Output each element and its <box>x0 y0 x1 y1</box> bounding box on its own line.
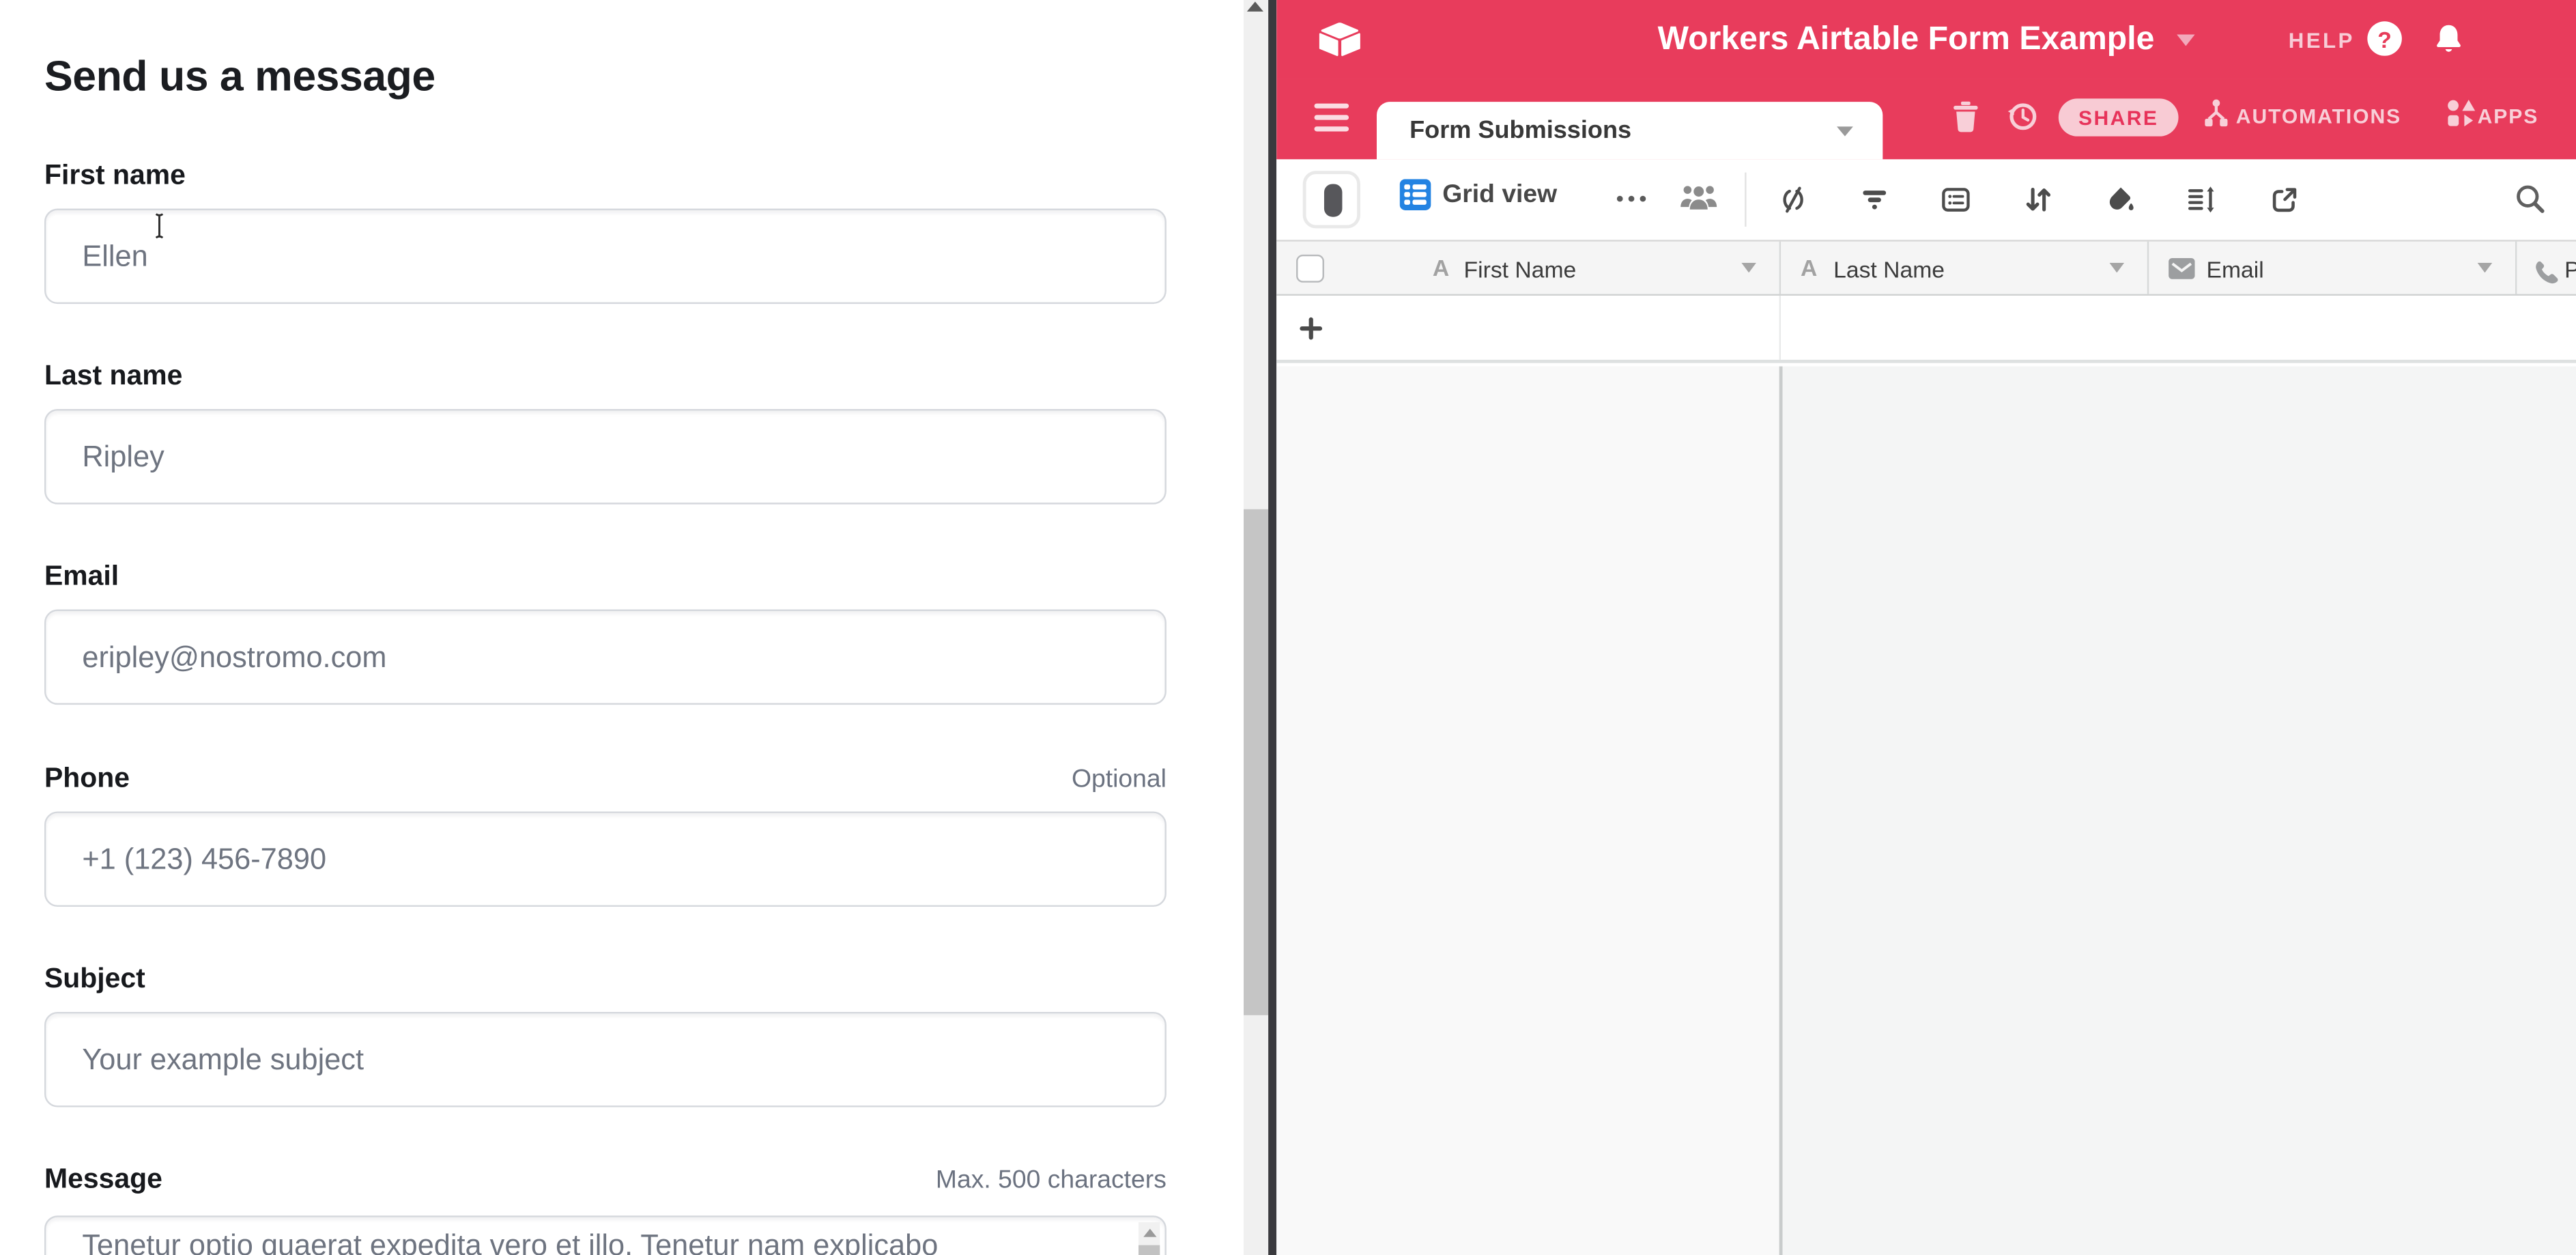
scroll-up-arrow-icon[interactable] <box>1143 1229 1156 1237</box>
scroll-up-arrow-icon[interactable] <box>1247 1 1263 11</box>
page-scrollbar-thumb[interactable] <box>1244 509 1268 1015</box>
subject-input[interactable] <box>44 1012 1167 1108</box>
phone-field-type-icon <box>2533 258 2560 284</box>
last-name-label: Last name <box>44 360 182 393</box>
trash-icon[interactable] <box>1951 100 1979 133</box>
phone-optional-note: Optional <box>1072 765 1167 795</box>
message-textarea[interactable]: Tenetur optio quaerat expedita vero et i… <box>44 1215 1167 1255</box>
message-text: Tenetur optio quaerat expedita vero et i… <box>82 1229 1122 1255</box>
share-view-icon[interactable] <box>2269 184 2300 215</box>
tab-form-submissions[interactable]: Form Submissions <box>1377 102 1883 159</box>
question-glyph: ? <box>2377 25 2392 51</box>
automations-button[interactable]: AUTOMATIONS <box>2236 105 2401 128</box>
apps-button[interactable]: APPS <box>2478 105 2539 128</box>
row-height-icon[interactable] <box>2185 184 2216 215</box>
ibeam-cursor-icon <box>153 212 169 240</box>
collaborators-icon[interactable] <box>1679 181 1719 214</box>
grid-canvas-right <box>1781 366 2576 1255</box>
view-name-label[interactable]: Grid view <box>1442 181 1557 210</box>
group-icon[interactable] <box>1941 184 1972 215</box>
first-name-label: First name <box>44 159 186 192</box>
first-name-input[interactable] <box>44 209 1167 305</box>
menu-hamburger-icon[interactable] <box>1315 104 1349 132</box>
form-title: Send us a message <box>44 51 435 102</box>
text-field-type-icon: A <box>1433 255 1449 281</box>
subject-label: Subject <box>44 963 145 996</box>
column-header-phone-truncated[interactable]: P <box>2564 256 2576 282</box>
select-all-checkbox[interactable] <box>1296 255 1324 283</box>
column-divider <box>1779 366 1782 1255</box>
help-button[interactable]: HELP <box>2289 28 2355 53</box>
view-toolbar: Grid view <box>1276 159 2576 240</box>
column-divider[interactable] <box>2515 242 2517 294</box>
airtable-tabbar: Form Submissions SHARE A <box>1276 79 2576 159</box>
filter-icon[interactable] <box>1860 184 1889 215</box>
message-scrollbar[interactable] <box>1139 1222 1160 1255</box>
email-label: Email <box>44 560 119 593</box>
apps-icon[interactable] <box>2446 98 2476 128</box>
message-scrollbar-thumb[interactable] <box>1139 1245 1160 1255</box>
view-options-ellipsis-icon[interactable] <box>1615 192 1648 205</box>
column-divider[interactable] <box>1779 242 1781 294</box>
page-scrollbar[interactable] <box>1244 0 1268 1255</box>
automations-icon[interactable] <box>2201 98 2231 128</box>
last-name-input[interactable] <box>44 409 1167 505</box>
base-title-text: Workers Airtable Form Example <box>1658 21 2155 57</box>
split-divider[interactable] <box>1268 0 1276 1255</box>
phone-input[interactable] <box>44 811 1167 907</box>
phone-label: Phone <box>44 762 130 795</box>
contact-form-pane: Send us a message First name Last name E… <box>0 0 1235 1255</box>
view-sidebar-toggle-button[interactable] <box>1303 171 1360 228</box>
message-label: Message <box>44 1163 162 1196</box>
column-divider <box>1779 296 1781 360</box>
column-header-first-name[interactable]: First Name <box>1464 256 1577 282</box>
table-tab-label: Form Submissions <box>1409 117 1837 145</box>
text-field-type-icon: A <box>1801 255 1817 281</box>
message-maxchars-note: Max. 500 characters <box>936 1166 1167 1196</box>
sidebar-panel-icon <box>1324 183 1342 216</box>
grid-canvas <box>1276 366 2576 1255</box>
last-name-field-group: Last name <box>44 360 1167 505</box>
grid-header-row: A First Name A Last Name Email P <box>1276 240 2576 296</box>
first-name-field-group: First name <box>44 159 1167 304</box>
column-divider[interactable] <box>2147 242 2149 294</box>
email-field-group: Email <box>44 560 1167 705</box>
airtable-pane: Workers Airtable Form Example HELP ? For… <box>1276 0 2576 1255</box>
column-header-email[interactable]: Email <box>2206 256 2263 282</box>
chevron-down-icon <box>1837 126 1853 135</box>
phone-field-group: Phone Optional <box>44 762 1167 907</box>
email-input[interactable] <box>44 610 1167 705</box>
subject-field-group: Subject <box>44 963 1167 1108</box>
toolbar-divider <box>1745 173 1746 227</box>
add-record-plus-icon[interactable] <box>1300 317 1323 340</box>
grid-view-icon <box>1400 179 1431 210</box>
search-icon[interactable] <box>2514 182 2547 215</box>
chevron-down-icon <box>2177 35 2194 46</box>
column-header-last-name[interactable]: Last Name <box>1833 256 1945 282</box>
email-field-type-icon <box>2169 258 2195 279</box>
airtable-topbar: Workers Airtable Form Example HELP ? <box>1276 0 2576 79</box>
add-record-row[interactable] <box>1276 296 2576 363</box>
color-icon[interactable] <box>2104 184 2136 215</box>
share-label: SHARE <box>2078 106 2158 129</box>
notifications-bell-icon[interactable] <box>2433 23 2465 55</box>
share-button[interactable]: SHARE <box>2059 98 2179 136</box>
chevron-down-icon[interactable] <box>2478 263 2493 272</box>
help-question-icon[interactable]: ? <box>2367 21 2402 56</box>
sort-icon[interactable] <box>2022 184 2054 215</box>
chevron-down-icon[interactable] <box>1741 263 1756 272</box>
message-field-group: Message Max. 500 characters Tenetur opti… <box>44 1163 1167 1255</box>
hide-fields-icon[interactable] <box>1777 184 1809 215</box>
screen: Send us a message First name Last name E… <box>0 0 2576 1255</box>
chevron-down-icon[interactable] <box>2109 263 2124 272</box>
history-icon[interactable] <box>2006 100 2039 133</box>
user-avatar[interactable] <box>2502 15 2550 63</box>
